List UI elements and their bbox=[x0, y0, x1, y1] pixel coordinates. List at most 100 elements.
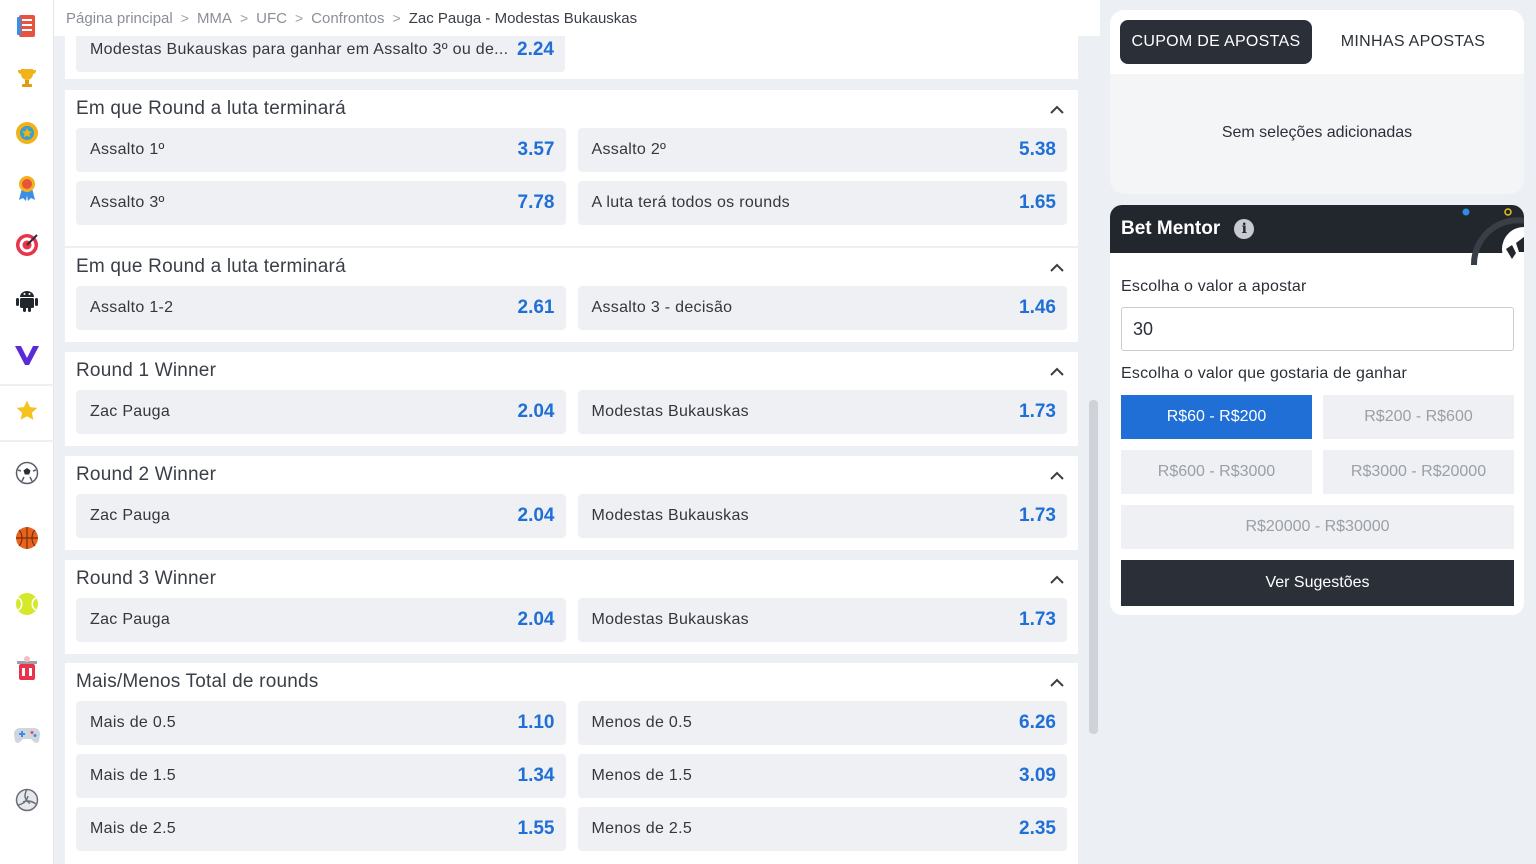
info-icon[interactable]: i bbox=[1234, 219, 1255, 239]
odd-button[interactable]: Zac Pauga 2.04 bbox=[76, 494, 566, 538]
market-block: Mais/Menos Total de rounds Mais de 0.5 1… bbox=[65, 663, 1078, 864]
v-logo-icon[interactable] bbox=[13, 341, 41, 369]
betslip-panel: CUPOM DE APOSTAS MINHAS APOSTAS Sem sele… bbox=[1110, 10, 1524, 194]
medal-icon[interactable] bbox=[13, 119, 41, 147]
market-header[interactable]: Em que Round a luta terminará bbox=[65, 248, 1078, 286]
range-option-selected[interactable]: R$60 - R$200 bbox=[1121, 395, 1312, 439]
bet-mentor-header: Bet Mentor i bbox=[1110, 205, 1524, 265]
markets-list: Modestas Bukauskas para ganhar em Assalt… bbox=[54, 36, 1100, 864]
odd-value: 2.35 bbox=[1019, 818, 1056, 839]
range-option[interactable]: R$3000 - R$20000 bbox=[1323, 450, 1514, 494]
market-title: Mais/Menos Total de rounds bbox=[76, 671, 319, 692]
market-header[interactable]: Em que Round a luta terminará bbox=[65, 90, 1078, 128]
market-header[interactable]: Round 1 Winner bbox=[65, 352, 1078, 390]
chevron-up-icon[interactable] bbox=[1050, 572, 1064, 586]
market-header[interactable]: Mais/Menos Total de rounds bbox=[65, 663, 1078, 701]
odd-button[interactable]: Mais de 2.5 1.55 bbox=[76, 807, 566, 851]
odd-button[interactable]: Assalto 2º 5.38 bbox=[577, 128, 1067, 172]
chevron-up-icon[interactable] bbox=[1050, 364, 1064, 378]
chevron-up-icon[interactable] bbox=[1050, 675, 1064, 689]
odd-button[interactable]: Zac Pauga 2.04 bbox=[76, 390, 566, 434]
odd-label: Assalto 1-2 bbox=[90, 299, 174, 316]
odd-button[interactable]: Assalto 3º 7.78 bbox=[76, 181, 566, 225]
breadcrumb-item-mma[interactable]: MMA bbox=[197, 10, 232, 27]
soccer-icon[interactable] bbox=[13, 459, 41, 487]
odd-button[interactable]: Mais de 1.5 1.34 bbox=[76, 754, 566, 798]
odd-label: Assalto 3 - decisão bbox=[591, 299, 733, 316]
target-icon[interactable] bbox=[13, 231, 41, 259]
odd-value: 1.46 bbox=[1019, 297, 1056, 318]
android-icon[interactable] bbox=[13, 286, 41, 314]
basketball-icon[interactable] bbox=[13, 524, 41, 552]
range-option[interactable]: R$20000 - R$30000 bbox=[1121, 505, 1514, 549]
odd-label: Modestas Bukauskas para ganhar em Assalt… bbox=[90, 41, 509, 58]
odd-label: Assalto 3º bbox=[90, 194, 165, 211]
chevron-up-icon[interactable] bbox=[1050, 260, 1064, 274]
tab-betslip[interactable]: CUPOM DE APOSTAS bbox=[1120, 20, 1312, 64]
odd-value: 2.04 bbox=[517, 505, 555, 526]
odd-value: 2.04 bbox=[517, 401, 555, 422]
odd-value: 2.24 bbox=[517, 39, 554, 60]
table-football-icon[interactable] bbox=[13, 655, 41, 683]
breadcrumb-item-ufc[interactable]: UFC bbox=[256, 10, 287, 27]
odd-value: 5.38 bbox=[1019, 139, 1056, 160]
tennis-icon[interactable] bbox=[13, 590, 41, 618]
market-header[interactable]: Round 2 Winner bbox=[65, 456, 1078, 494]
odd-button[interactable]: A luta terá todos os rounds 1.65 bbox=[577, 181, 1067, 225]
volleyball-icon[interactable] bbox=[13, 786, 41, 814]
odd-button[interactable]: Menos de 1.5 3.09 bbox=[577, 754, 1067, 798]
range-option[interactable]: R$600 - R$3000 bbox=[1121, 450, 1312, 494]
odd-button[interactable]: Menos de 2.5 2.35 bbox=[577, 807, 1067, 851]
odd-button[interactable]: Assalto 3 - decisão 1.46 bbox=[577, 286, 1067, 330]
odd-button[interactable]: Modestas Bukauskas 1.73 bbox=[577, 390, 1067, 434]
market-title: Round 3 Winner bbox=[76, 568, 217, 589]
market-block: Round 1 Winner Zac Pauga 2.04 Modestas B… bbox=[65, 352, 1078, 446]
odd-button[interactable]: Modestas Bukauskas 1.73 bbox=[577, 598, 1067, 642]
odd-label: Assalto 1º bbox=[90, 141, 165, 158]
stake-label: Escolha o valor a apostar bbox=[1121, 278, 1307, 295]
stake-input[interactable]: 30 bbox=[1121, 307, 1514, 351]
market-header[interactable]: Round 3 Winner bbox=[65, 560, 1078, 598]
odd-value: 1.65 bbox=[1019, 192, 1056, 213]
soccer-ball-icon bbox=[1462, 208, 1524, 265]
odd-button[interactable]: Mais de 0.5 1.10 bbox=[76, 701, 566, 745]
scrollbar-thumb[interactable] bbox=[1089, 400, 1098, 734]
odd-value: 6.26 bbox=[1019, 712, 1056, 733]
odd-value: 2.04 bbox=[517, 609, 555, 630]
odd-button[interactable]: Assalto 1-2 2.61 bbox=[76, 286, 566, 330]
breadcrumb: Página principal > MMA > UFC > Confronto… bbox=[54, 0, 1100, 36]
target-win-label: Escolha o valor que gostaria de ganhar bbox=[1121, 365, 1408, 382]
award-icon[interactable] bbox=[13, 174, 41, 202]
chevron-up-icon[interactable] bbox=[1050, 468, 1064, 482]
betslip-empty-message: Sem seleções adicionadas bbox=[1221, 124, 1413, 141]
market-title: Em que Round a luta terminará bbox=[76, 98, 346, 119]
odd-value: 1.34 bbox=[517, 765, 555, 786]
win-range-options: R$60 - R$200 R$200 - R$600 R$600 - R$300… bbox=[1121, 395, 1514, 549]
odd-button[interactable]: Modestas Bukauskas para ganhar em Assalt… bbox=[76, 36, 565, 72]
market-title: Em que Round a luta terminará bbox=[76, 256, 346, 277]
gamepad-icon[interactable] bbox=[13, 721, 41, 749]
odd-value: 1.73 bbox=[1019, 609, 1056, 630]
see-suggestions-button[interactable]: Ver Sugestões bbox=[1121, 560, 1514, 606]
odd-button[interactable]: Zac Pauga 2.04 bbox=[76, 598, 566, 642]
tab-my-bets[interactable]: MINHAS APOSTAS bbox=[1312, 20, 1514, 64]
breadcrumb-item-confrontos[interactable]: Confrontos bbox=[311, 10, 384, 27]
odd-button[interactable]: Assalto 1º 3.57 bbox=[76, 128, 566, 172]
trophy-icon[interactable] bbox=[13, 64, 41, 92]
chevron-right-icon: > bbox=[239, 10, 249, 26]
market-block: Modestas Bukauskas para ganhar em Assalt… bbox=[65, 36, 1078, 79]
breadcrumb-item-home[interactable]: Página principal bbox=[66, 10, 173, 27]
odd-label: Menos de 1.5 bbox=[591, 767, 693, 784]
betslip-icon[interactable] bbox=[13, 12, 41, 40]
odd-label: Assalto 2º bbox=[591, 141, 667, 158]
odd-value: 3.57 bbox=[517, 139, 555, 160]
odd-button[interactable]: Menos de 0.5 6.26 bbox=[577, 701, 1067, 745]
odd-button[interactable]: Modestas Bukauskas 1.73 bbox=[577, 494, 1067, 538]
range-option[interactable]: R$200 - R$600 bbox=[1323, 395, 1514, 439]
odd-label: Menos de 0.5 bbox=[591, 714, 693, 731]
chevron-up-icon[interactable] bbox=[1050, 102, 1064, 116]
bet-mentor-title: Bet Mentor bbox=[1121, 218, 1221, 239]
odd-label: Zac Pauga bbox=[90, 611, 171, 628]
odd-value: 1.55 bbox=[517, 818, 555, 839]
star-icon[interactable] bbox=[13, 397, 41, 425]
